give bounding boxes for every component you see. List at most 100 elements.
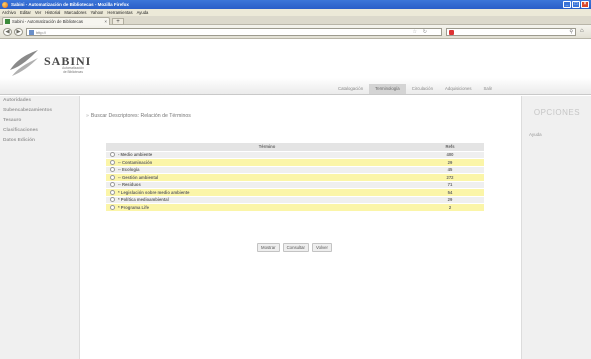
menu-marcadores[interactable]: Marcadores [64, 10, 86, 15]
page-title: » Buscar Descriptores: Relación de Términ… [86, 113, 191, 119]
tab-title: Sabini - Automatización de Bibliotecas [12, 19, 83, 24]
count-cell: 29 [416, 196, 484, 204]
table-row[interactable]: -- Residuos 71 [106, 181, 484, 189]
term-cell: -- Contaminación [118, 158, 416, 167]
search-engine-icon[interactable] [449, 30, 454, 35]
help-link[interactable]: Ayuda [529, 132, 542, 137]
term-radio[interactable] [109, 204, 115, 210]
term-cell: -- Gestión ambiental [118, 173, 416, 182]
radio-column-header [106, 143, 118, 152]
top-navigation: Catalogación Terminología Circulación Ad… [332, 84, 498, 94]
url-input[interactable] [36, 29, 336, 35]
count-cell: 45 [416, 166, 484, 174]
sidebar-item-datos-edicion[interactable]: Datos Edición [0, 136, 79, 146]
sidebar-item-clasificaciones[interactable]: Clasificaciones [0, 126, 79, 136]
forward-arrow-icon[interactable]: ▶ [14, 28, 23, 36]
action-buttons: Mostrar Consultar Volver [257, 243, 332, 252]
row-radio-cell [106, 173, 118, 182]
sidebar-item-subencabezamientos[interactable]: Subencabezamientos [0, 106, 79, 116]
show-button[interactable]: Mostrar [257, 243, 280, 252]
navigation-bar: ◀ ▶ ☆ ↻ ⚲ ⌂ [0, 25, 591, 39]
menu-archivo[interactable]: Archivo [2, 10, 16, 15]
firefox-icon [2, 1, 8, 8]
favicon-icon [5, 19, 10, 24]
browser-tab[interactable]: Sabini - Automatización de Bibliotecas × [2, 17, 110, 25]
sidebar-item-autoridades[interactable]: Autoridades [0, 96, 79, 106]
count-cell: 54 [416, 188, 484, 197]
menu-yahoo[interactable]: Yahoo! [90, 10, 103, 15]
close-icon[interactable]: × [581, 1, 589, 8]
table-row[interactable]: * Programa Life 2 [106, 203, 484, 212]
reload-icon[interactable]: ↻ [423, 29, 427, 35]
menu-editar[interactable]: Editar [20, 10, 31, 15]
menu-ayuda[interactable]: Ayuda [137, 10, 149, 15]
menu-historial[interactable]: Historial [45, 10, 60, 15]
back-arrow-icon[interactable]: ◀ [3, 28, 12, 36]
count-cell: 2 [416, 203, 484, 212]
back-button[interactable]: Volver [311, 243, 332, 252]
count-cell: 29 [416, 158, 484, 167]
options-panel: OPCIONES Ayuda [521, 96, 591, 359]
sabini-logo-icon [10, 50, 38, 76]
row-radio-cell [106, 203, 118, 212]
nav-salir[interactable]: Salir [477, 84, 498, 94]
left-sidebar: Autoridades Subencabezamientos Tesauro C… [0, 96, 80, 359]
sidebar-item-tesauro[interactable]: Tesauro [0, 116, 79, 126]
term-radio[interactable] [109, 189, 115, 195]
address-bar[interactable]: ☆ ↻ [26, 28, 442, 36]
row-radio-cell [106, 166, 118, 174]
nav-terminologia[interactable]: Terminología [369, 84, 406, 94]
count-cell: 400 [416, 151, 484, 159]
table-header-row: Término Refs [106, 143, 484, 152]
table-row[interactable]: * Política medioambiental 29 [106, 196, 484, 204]
row-radio-cell [106, 188, 118, 197]
table-row[interactable]: -- Contaminación 29 [106, 158, 484, 167]
app-header: SABINI Automatización de Bibliotecas Cat… [0, 40, 591, 95]
term-radio[interactable] [109, 174, 115, 180]
row-radio-cell [106, 196, 118, 204]
table-row[interactable]: * Legislación sobre medio ambiente 54 [106, 188, 484, 197]
nav-catalogacion[interactable]: Catalogación [332, 84, 369, 94]
menu-herramientas[interactable]: Herramientas [107, 10, 132, 15]
count-cell: 71 [416, 181, 484, 189]
site-identity-icon[interactable] [29, 29, 34, 35]
window-controls: _ □ × [563, 1, 589, 8]
browser-title-bar: Sabini - Automatización de Bibliotecas -… [0, 0, 591, 9]
consult-button[interactable]: Consultar [282, 243, 309, 252]
term-cell: -- Ecología [118, 166, 416, 174]
term-cell: * Legislación sobre medio ambiente [118, 188, 416, 197]
nav-adquisiciones[interactable]: Adquisiciones [439, 84, 478, 94]
minimize-icon[interactable]: _ [563, 1, 571, 8]
logo-subtitle: Automatización de Bibliotecas [56, 66, 90, 74]
page-title-text: Buscar Descriptores: Relación de Término… [90, 113, 191, 119]
window-title: Sabini - Automatización de Bibliotecas -… [11, 2, 129, 7]
terms-table: Término Refs - Medio ambiente 400 -- Con… [106, 143, 484, 212]
term-radio[interactable] [109, 152, 115, 158]
search-icon[interactable]: ⚲ [569, 29, 573, 35]
tab-close-icon[interactable]: × [104, 19, 107, 24]
term-radio[interactable] [109, 197, 115, 203]
nav-circulacion[interactable]: Circulación [406, 84, 439, 94]
term-radio[interactable] [109, 167, 115, 173]
row-radio-cell [106, 151, 118, 159]
maximize-icon[interactable]: □ [572, 1, 580, 8]
row-radio-cell [106, 158, 118, 167]
term-cell: -- Residuos [118, 181, 416, 189]
table-row[interactable]: - Medio ambiente 400 [106, 151, 484, 159]
count-column-header: Refs [416, 143, 484, 152]
term-radio[interactable] [109, 159, 115, 165]
table-row[interactable]: -- Gestión ambiental 272 [106, 173, 484, 182]
home-icon[interactable]: ⌂ [580, 28, 584, 34]
search-box[interactable]: ⚲ [446, 28, 576, 36]
term-column-header: Término [118, 143, 416, 152]
table-row[interactable]: -- Ecología 45 [106, 166, 484, 174]
logo-subtitle-line2: de Bibliotecas [63, 69, 83, 74]
menu-ver[interactable]: Ver [35, 10, 41, 15]
options-title: OPCIONES [533, 108, 581, 117]
title-bullet-icon: » [86, 113, 89, 119]
bookmark-star-icon[interactable]: ☆ [413, 29, 417, 35]
row-radio-cell [106, 181, 118, 189]
term-cell: * Programa Life [118, 203, 416, 212]
new-tab-button[interactable]: + [112, 18, 124, 25]
term-radio[interactable] [109, 182, 115, 188]
